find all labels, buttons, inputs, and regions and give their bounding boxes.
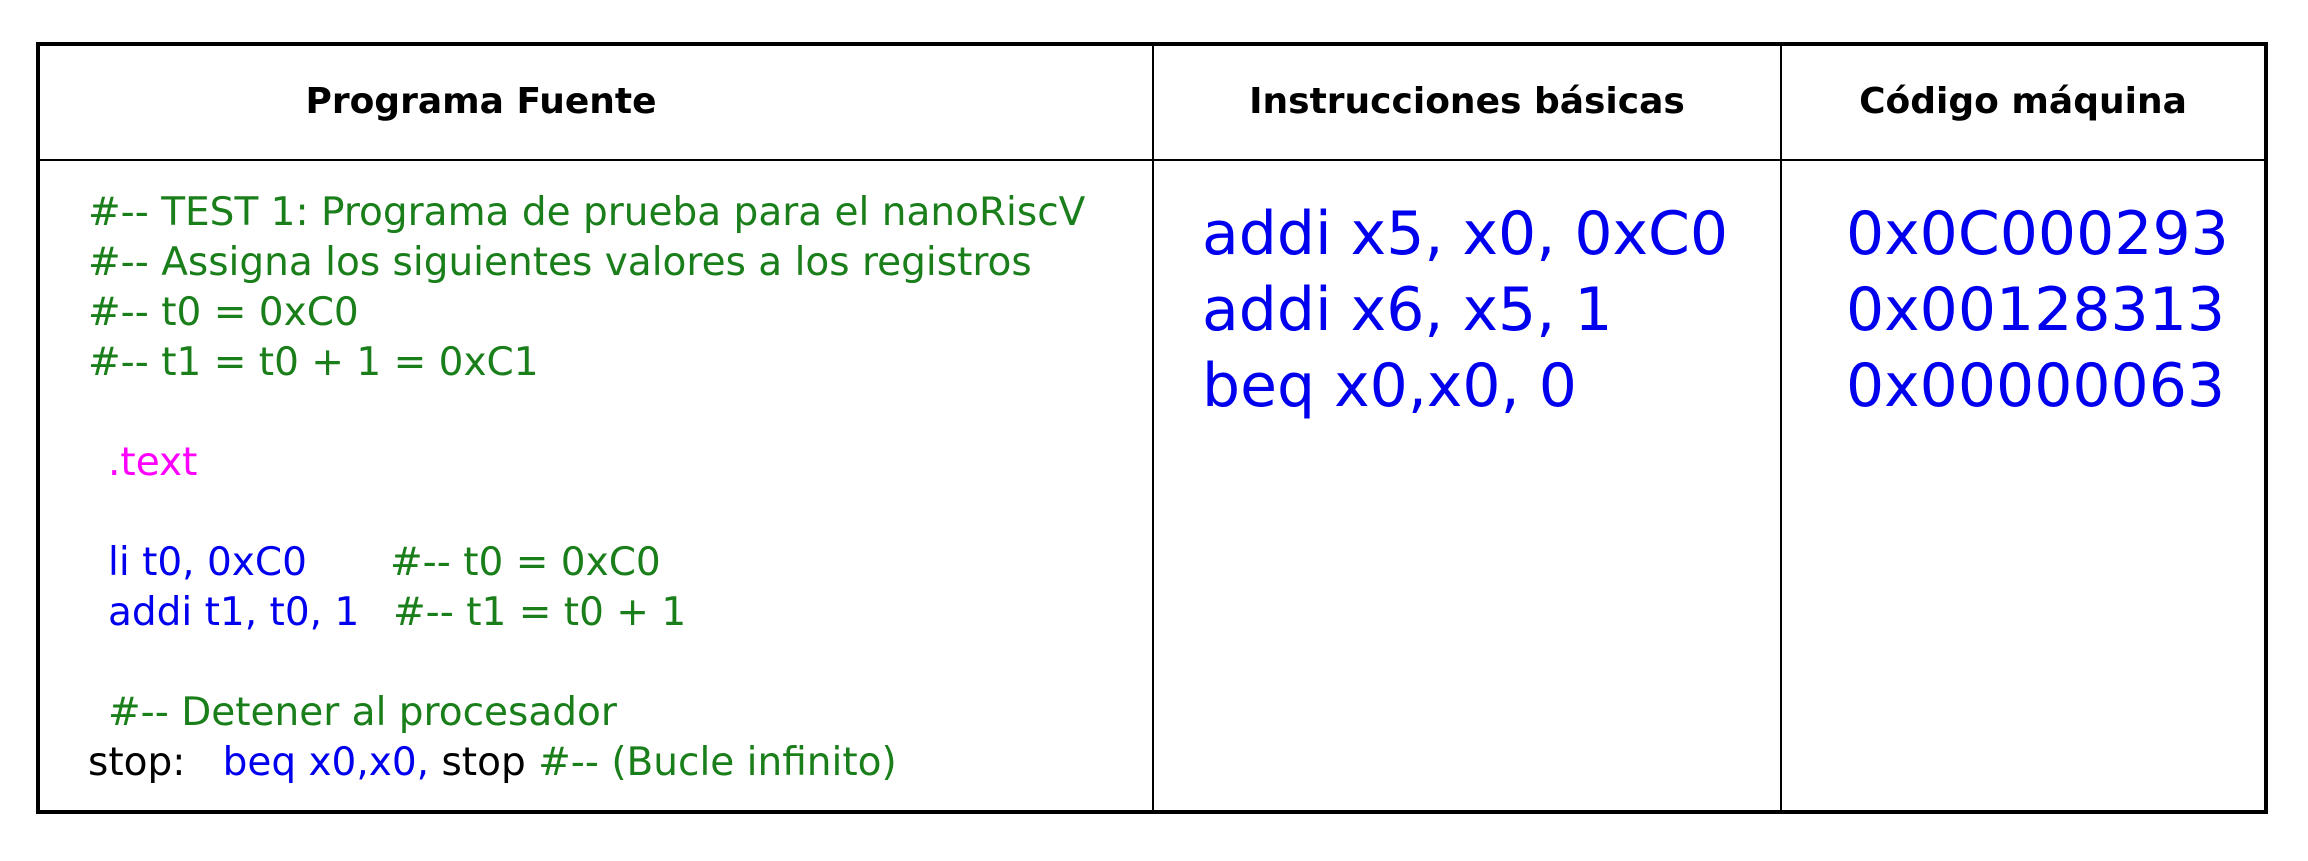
header-source: Programa Fuente: [305, 80, 657, 122]
basic-instruction-1: addi x5, x0, 0xC0: [1202, 199, 1729, 269]
source-stop-line: stop: beq x0,x0, stop #-- (Bucle infinit…: [88, 738, 897, 788]
source-directive: .text: [108, 440, 198, 485]
machine-code-2: 0x00128313: [1846, 275, 2226, 345]
source-addi-instruction: addi t1, t0, 1: [108, 590, 360, 635]
header-basic: Instrucciones básicas: [1249, 80, 1685, 122]
source-li-instruction: li t0, 0xC0: [108, 540, 307, 585]
source-comment-3: #-- t0 = 0xC0: [88, 290, 359, 335]
source-addi-comment: #-- t1 = t0 + 1: [393, 590, 687, 635]
machine-code-1: 0x0C000293: [1846, 199, 2229, 269]
source-comment-stop: #-- Detener al procesador: [108, 690, 617, 735]
stop-label: stop:: [88, 740, 186, 785]
basic-instruction-3: beq x0,x0, 0: [1202, 351, 1577, 421]
header-machine: Código máquina: [1859, 80, 2187, 122]
basic-instruction-2: addi x6, x5, 1: [1202, 275, 1613, 345]
source-comment-2: #-- Assigna los siguientes valores a los…: [88, 240, 1032, 285]
source-li-comment: #-- t0 = 0xC0: [390, 540, 661, 585]
stop-target: stop: [441, 740, 526, 785]
source-comment-4: #-- t1 = t0 + 1 = 0xC1: [88, 340, 539, 385]
machine-code-3: 0x00000063: [1846, 351, 2226, 421]
stop-instruction: beq x0,x0,: [222, 740, 430, 785]
stop-comment: #-- (Bucle infinito): [538, 740, 897, 785]
source-comment-1: #-- TEST 1: Programa de prueba para el n…: [88, 190, 1086, 235]
